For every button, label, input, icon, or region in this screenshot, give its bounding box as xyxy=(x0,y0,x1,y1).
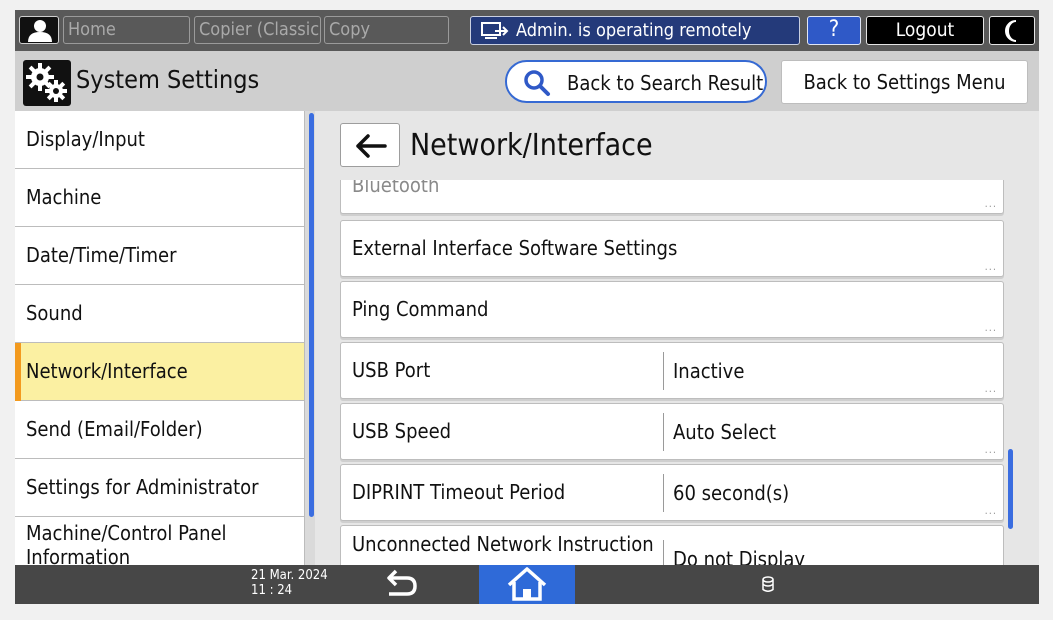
user-button[interactable] xyxy=(19,16,59,44)
sidebar-item-send-email-folder[interactable]: Send (Email/Folder) xyxy=(15,401,304,459)
more-indicator: ... xyxy=(984,443,997,456)
admin-status-text: Admin. is operating remotely xyxy=(516,20,752,41)
time-text: 11 : 24 xyxy=(251,583,293,598)
sidebar-item-machine-control-panel-information[interactable]: Machine/Control Panel Information xyxy=(15,517,304,565)
system-settings-icon xyxy=(23,60,71,106)
section-title: Network/Interface xyxy=(410,128,653,163)
search-icon xyxy=(524,70,550,96)
user-icon xyxy=(28,20,52,42)
energy-saver-button[interactable] xyxy=(989,16,1035,45)
setting-row-ping-command[interactable]: Ping Command ... xyxy=(340,281,1004,338)
top-status-bar: Home Copier (Classic) Copy Admin. is ope… xyxy=(15,10,1039,51)
back-button[interactable] xyxy=(340,123,400,167)
remote-operation-icon xyxy=(481,22,509,39)
settings-category-list: Display/Input Machine Date/Time/Timer So… xyxy=(15,111,305,565)
logout-button[interactable]: Logout xyxy=(866,16,984,45)
more-indicator: ... xyxy=(984,260,997,273)
gears-icon xyxy=(26,63,67,102)
home-icon xyxy=(507,567,547,601)
back-to-settings-menu-button[interactable]: Back to Settings Menu xyxy=(781,60,1028,104)
setting-value: Inactive xyxy=(663,352,744,390)
help-button[interactable]: ? xyxy=(807,16,861,45)
setting-row-bluetooth[interactable]: Bluetooth ... xyxy=(340,180,1004,214)
back-to-search-result-button[interactable]: Back to Search Result xyxy=(505,60,767,103)
setting-row-diprint-timeout[interactable]: DIPRINT Timeout Period 60 second(s) ... xyxy=(340,464,1004,521)
sidebar-item-settings-for-administrator[interactable]: Settings for Administrator xyxy=(15,459,304,517)
back-to-search-label: Back to Search Result xyxy=(567,71,764,95)
sidebar-item-date-time-timer[interactable]: Date/Time/Timer xyxy=(15,227,304,285)
sidebar-item-sound[interactable]: Sound xyxy=(15,285,304,343)
date-text: 21 Mar. 2024 xyxy=(251,568,328,583)
setting-row-unconnected-network-instruction[interactable]: Unconnected Network Instruction Do not D… xyxy=(340,525,1004,565)
setting-name: USB Port xyxy=(352,358,431,382)
setting-row-external-interface-software[interactable]: External Interface Software Settings ... xyxy=(340,220,1004,277)
sidebar-item-machine[interactable]: Machine xyxy=(15,169,304,227)
storage-status-icon xyxy=(762,576,774,592)
return-arrow-icon xyxy=(387,569,417,596)
tab-home[interactable]: Home xyxy=(63,16,190,44)
setting-name: Ping Command xyxy=(352,297,489,321)
sidebar-scrollbar[interactable] xyxy=(309,113,314,517)
setting-name: Bluetooth xyxy=(352,180,440,197)
sidebar-item-display-input[interactable]: Display/Input xyxy=(15,111,304,169)
home-key[interactable] xyxy=(479,565,575,604)
settings-detail-panel: Network/Interface Bluetooth ... External… xyxy=(315,111,1039,565)
page-title: System Settings xyxy=(76,65,260,94)
tab-copy[interactable]: Copy xyxy=(324,16,449,44)
setting-row-usb-speed[interactable]: USB Speed Auto Select ... xyxy=(340,403,1004,460)
settings-list-scrollbar[interactable] xyxy=(1008,449,1013,529)
tab-copier-classic[interactable]: Copier (Classic) xyxy=(194,16,321,44)
setting-value: Auto Select xyxy=(663,413,776,451)
setting-row-usb-port[interactable]: USB Port Inactive ... xyxy=(340,342,1004,399)
more-indicator: ... xyxy=(984,382,997,395)
setting-name: USB Speed xyxy=(352,419,452,443)
sidebar-item-label-line2: Information xyxy=(26,545,131,565)
bottom-system-bar: 21 Mar. 2024 11 : 24 xyxy=(15,565,1039,604)
setting-value: Do not Display xyxy=(663,540,805,565)
setting-name: Unconnected Network Instruction xyxy=(352,532,654,556)
more-indicator: ... xyxy=(984,504,997,517)
moon-icon xyxy=(1005,20,1017,42)
more-indicator: ... xyxy=(984,321,997,334)
setting-name: DIPRINT Timeout Period xyxy=(352,480,566,504)
settings-list: Bluetooth ... External Interface Softwar… xyxy=(315,180,1039,565)
sidebar-item-network-interface[interactable]: Network/Interface xyxy=(15,343,304,401)
setting-name: External Interface Software Settings xyxy=(352,236,678,260)
setting-value: 60 second(s) xyxy=(663,474,789,512)
return-button[interactable] xyxy=(380,569,420,601)
more-indicator: ... xyxy=(984,197,997,210)
sidebar-item-label: Machine/Control Panel xyxy=(26,521,227,545)
device-screen: Home Copier (Classic) Copy Admin. is ope… xyxy=(15,10,1039,604)
back-arrow-icon xyxy=(356,134,387,158)
title-bar: System Settings Back to Search Result Ba… xyxy=(15,51,1039,111)
date-time-display: 21 Mar. 2024 11 : 24 xyxy=(251,568,328,598)
admin-remote-status[interactable]: Admin. is operating remotely xyxy=(470,16,800,45)
